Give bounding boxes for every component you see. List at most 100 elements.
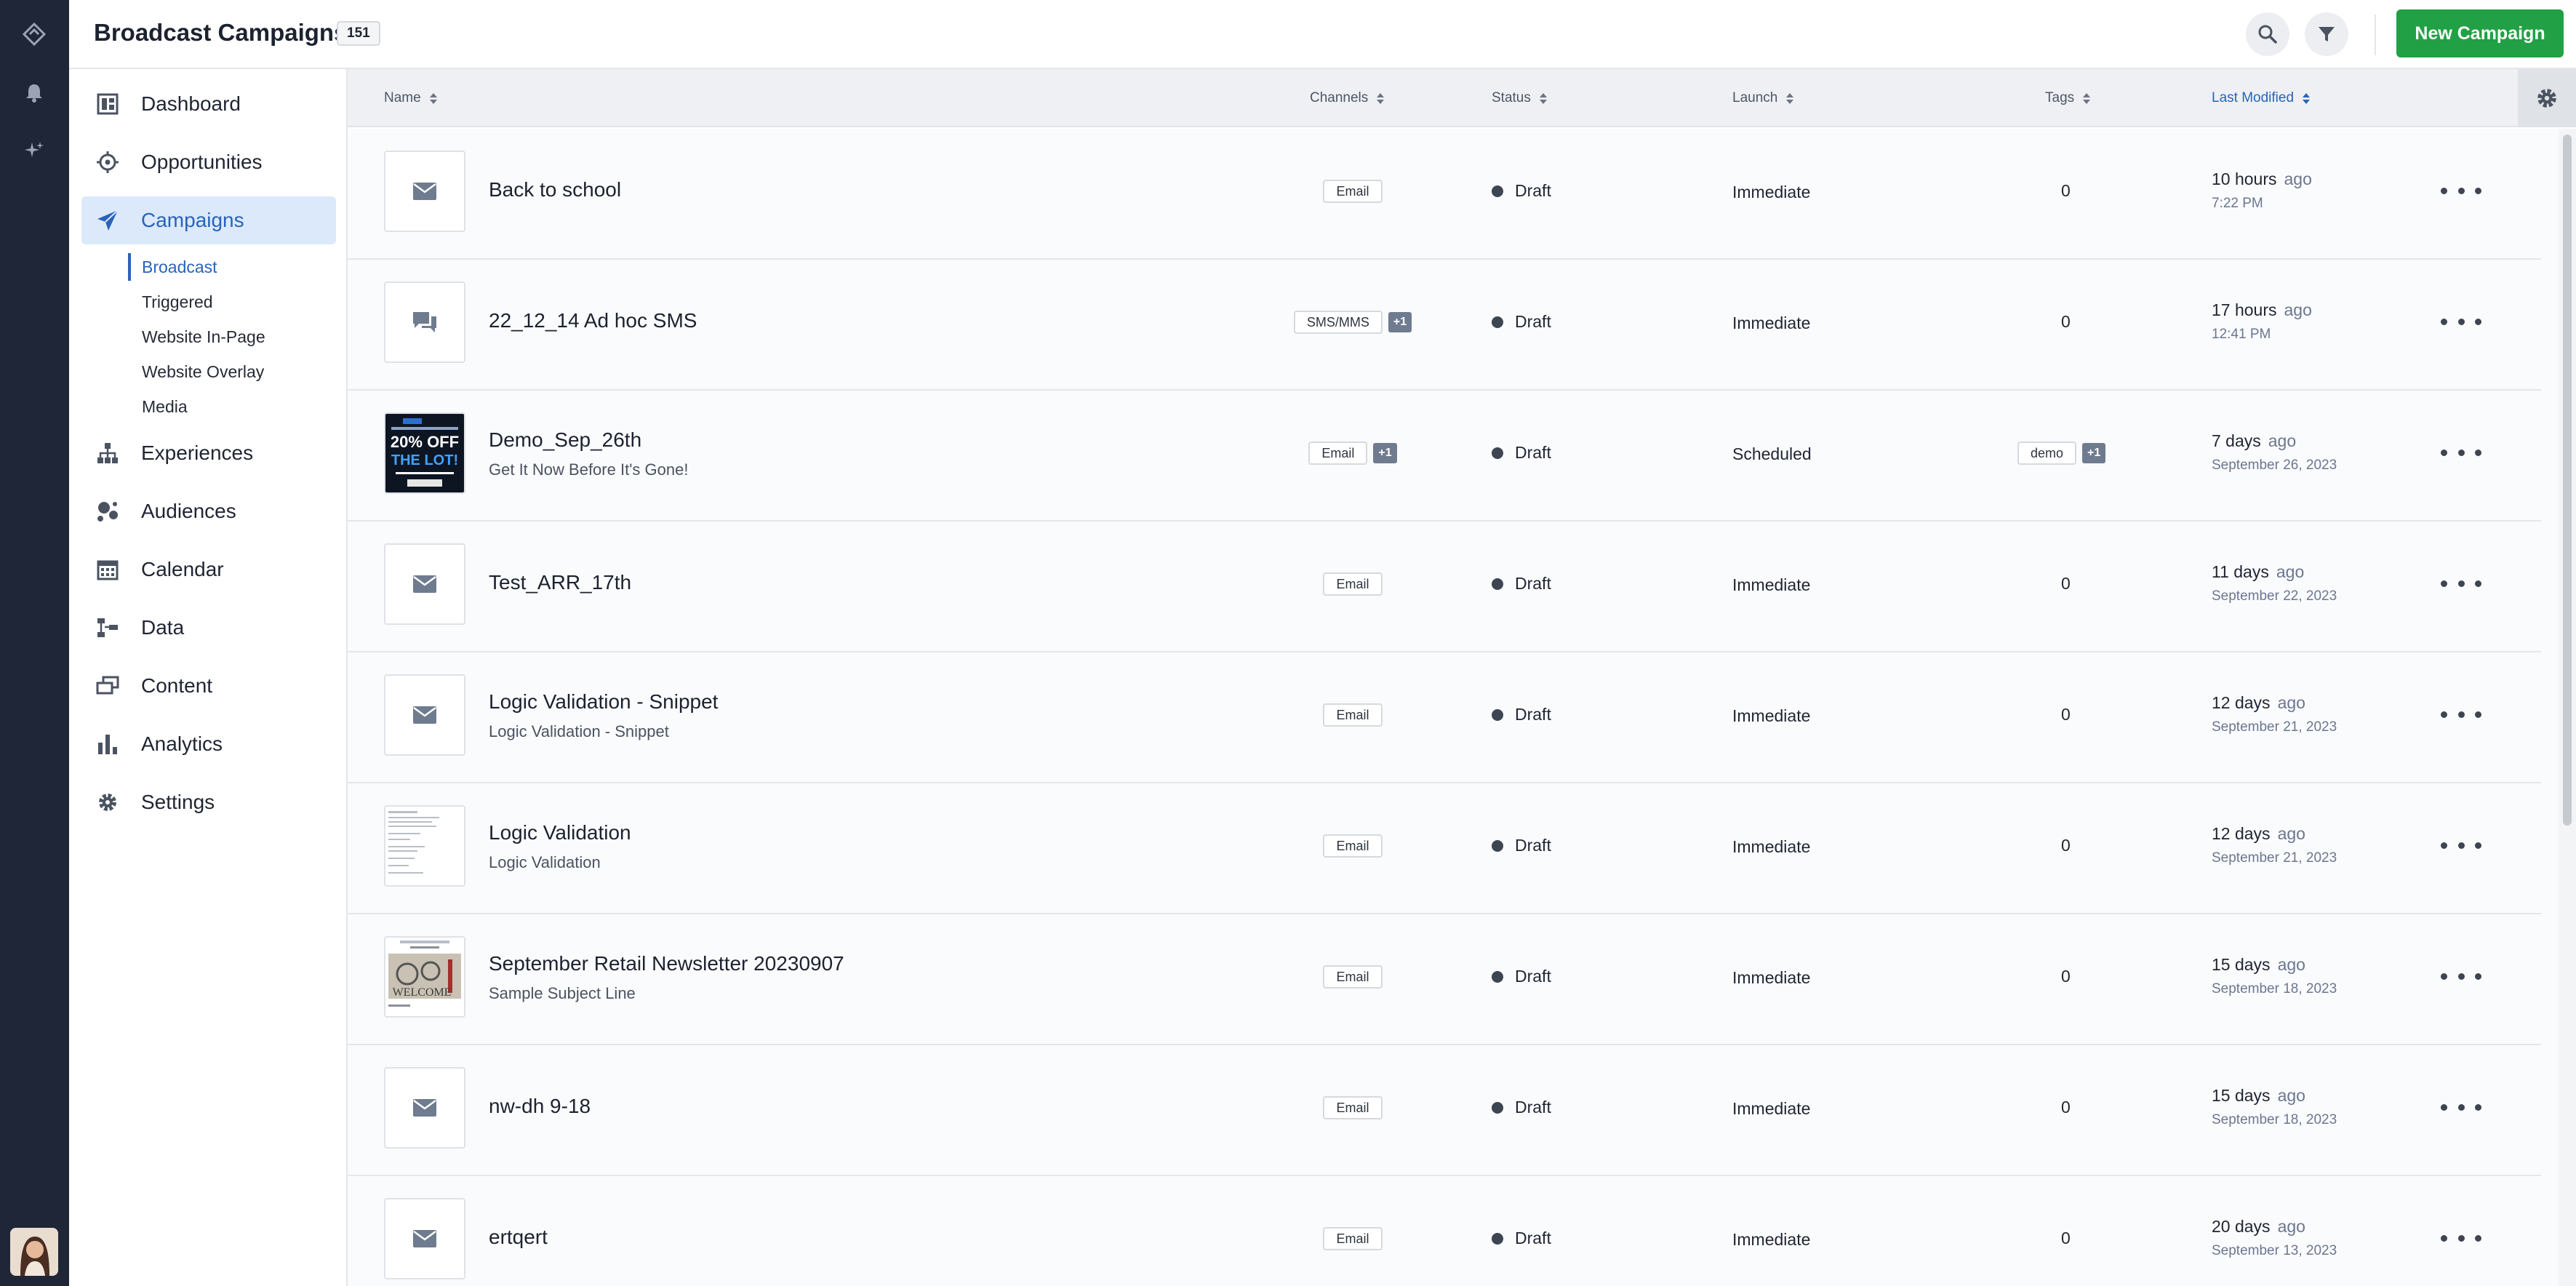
campaign-name[interactable]: Logic Validation - Snippet	[489, 690, 718, 714]
status-cell: Draft	[1492, 574, 1551, 594]
envelope-icon	[413, 575, 436, 593]
nav-label-analytics: Analytics	[141, 732, 223, 755]
channel-more-badge[interactable]: +1	[1388, 312, 1412, 332]
more-actions-icon[interactable]	[2441, 572, 2481, 594]
table-row[interactable]: Logic Validation Logic Validation Email Dra…	[348, 783, 2541, 914]
campaign-name[interactable]: nw-dh 9-18	[489, 1095, 591, 1118]
table-row[interactable]: Logic Validation - Snippet Logic Validati…	[348, 652, 2541, 783]
table-row[interactable]: WELCOME September Retail Newsletter 20230…	[348, 914, 2541, 1045]
tags-count: 0	[2061, 705, 2071, 724]
nav-item-experiences[interactable]: Experiences	[81, 429, 336, 477]
table-settings-button[interactable]	[2518, 69, 2576, 127]
paper-plane-icon	[93, 206, 122, 235]
last-modified-relative: 15 days ago	[2212, 955, 2305, 975]
status-text: Draft	[1515, 967, 1551, 986]
sparkle-icon[interactable]	[19, 135, 49, 166]
subnav-broadcast[interactable]: Broadcast	[142, 252, 217, 281]
nav-item-calendar[interactable]: Calendar	[81, 546, 336, 594]
table-row[interactable]: nw-dh 9-18 Email Draft Immediate 0 15 days ago…	[348, 1045, 2541, 1176]
launch-cell: Immediate	[1732, 183, 1811, 201]
more-actions-icon[interactable]	[2441, 965, 2481, 987]
column-header-launch[interactable]: Launch	[1732, 69, 1794, 127]
column-header-status[interactable]: Status	[1492, 69, 1547, 127]
modified-ago-label: ago	[2277, 955, 2305, 974]
more-actions-icon[interactable]	[2441, 834, 2481, 856]
campaign-subject: Logic Validation	[489, 853, 601, 871]
table-scrollbar[interactable]	[2559, 129, 2576, 1286]
campaign-thumbnail[interactable]	[384, 674, 465, 756]
tags-count: 0	[2061, 312, 2071, 331]
user-avatar[interactable]	[10, 1228, 58, 1276]
nav-label-audiences: Audiences	[141, 500, 236, 522]
nav-item-analytics[interactable]: Analytics	[81, 720, 336, 768]
subnav-triggered[interactable]: Triggered	[142, 287, 213, 316]
campaign-name[interactable]: Test_ARR_17th	[489, 571, 631, 594]
table-row[interactable]: ertqert Email Draft Immediate 0 20 days ago Sep…	[348, 1176, 2541, 1286]
launch-cell: Immediate	[1732, 1230, 1811, 1249]
campaign-thumbnail[interactable]	[384, 1067, 465, 1149]
bell-icon[interactable]	[19, 77, 49, 108]
status-cell: Draft	[1492, 1229, 1551, 1248]
campaign-thumbnail[interactable]: 20% OFF THE LOT!	[384, 412, 465, 494]
nav-item-campaigns[interactable]: Campaigns	[81, 196, 336, 244]
more-actions-icon[interactable]	[2441, 1227, 2481, 1249]
modified-relative-value: 15 days	[2212, 955, 2271, 974]
column-header-tags[interactable]: Tags	[2045, 69, 2091, 127]
envelope-icon	[413, 1099, 436, 1117]
subnav-media[interactable]: Media	[142, 392, 188, 421]
column-header-last-modified[interactable]: Last Modified	[2212, 69, 2311, 127]
tags-count: 0	[2061, 1229, 2071, 1247]
last-modified-date: September 18, 2023	[2212, 1112, 2337, 1127]
table-row[interactable]: 22_12_14 Ad hoc SMS SMS/MMS +1 Draft Immedia…	[348, 260, 2541, 391]
status-cell: Draft	[1492, 836, 1551, 855]
table-row[interactable]: Test_ARR_17th Email Draft Immediate 0 11 days…	[348, 522, 2541, 652]
campaign-thumbnail[interactable]	[384, 543, 465, 625]
new-campaign-button[interactable]: New Campaign	[2396, 9, 2564, 57]
nav-item-data[interactable]: Data	[81, 604, 336, 652]
channel-chip: Email	[1323, 703, 1383, 727]
nav-item-settings[interactable]: Settings	[81, 778, 336, 826]
campaign-name[interactable]: Logic Validation	[489, 821, 631, 844]
more-actions-icon[interactable]	[2441, 311, 2481, 332]
more-actions-icon[interactable]	[2441, 442, 2481, 463]
scrollbar-thumb[interactable]	[2563, 135, 2572, 826]
subnav-website-overlay[interactable]: Website Overlay	[142, 357, 264, 386]
filter-icon	[2319, 27, 2335, 41]
campaign-thumbnail[interactable]	[384, 1198, 465, 1279]
envelope-icon	[413, 706, 436, 724]
table-row[interactable]: 20% OFF THE LOT! Demo_Sep_26th Get It Now B…	[348, 391, 2541, 522]
channels-cell: Email	[1323, 965, 1383, 989]
more-actions-icon[interactable]	[2441, 1096, 2481, 1118]
status-dot-icon	[1492, 839, 1503, 852]
nav-item-audiences[interactable]: Audiences	[81, 487, 336, 535]
last-modified-relative: 12 days ago	[2212, 824, 2305, 844]
campaign-name[interactable]: 22_12_14 Ad hoc SMS	[489, 309, 697, 332]
campaign-thumbnail[interactable]: WELCOME	[384, 936, 465, 1018]
status-dot-icon	[1492, 185, 1503, 197]
search-button[interactable]	[2246, 12, 2289, 56]
more-actions-icon[interactable]	[2441, 180, 2481, 201]
campaign-name[interactable]: ertqert	[489, 1226, 548, 1249]
campaign-thumbnail[interactable]	[384, 805, 465, 887]
last-modified-relative: 12 days ago	[2212, 693, 2305, 713]
table-row[interactable]: Back to school Email Draft Immediate 0 10 hou…	[348, 129, 2541, 260]
channel-more-badge[interactable]: +1	[1373, 443, 1397, 463]
campaign-thumbnail[interactable]	[384, 281, 465, 363]
column-header-name[interactable]: Name	[384, 69, 437, 127]
filter-button[interactable]	[2305, 12, 2348, 56]
status-text: Draft	[1515, 443, 1551, 462]
campaign-thumbnail[interactable]	[384, 151, 465, 232]
channel-chip: SMS/MMS	[1293, 311, 1383, 334]
campaign-name[interactable]: Back to school	[489, 178, 621, 201]
column-header-channels[interactable]: Channels	[1310, 69, 1385, 127]
subnav-website-in-page[interactable]: Website In-Page	[142, 322, 265, 351]
campaign-name[interactable]: September Retail Newsletter 20230907	[489, 952, 844, 975]
nav-item-content[interactable]: Content	[81, 662, 336, 710]
campaign-name[interactable]: Demo_Sep_26th	[489, 428, 641, 452]
nav-item-dashboard[interactable]: Dashboard	[81, 80, 336, 128]
logo-icon[interactable]	[19, 19, 49, 49]
more-actions-icon[interactable]	[2441, 703, 2481, 725]
tag-more-badge[interactable]: +1	[2082, 443, 2106, 463]
launch-cell: Immediate	[1732, 313, 1811, 332]
nav-item-opportunities[interactable]: Opportunities	[81, 138, 336, 186]
